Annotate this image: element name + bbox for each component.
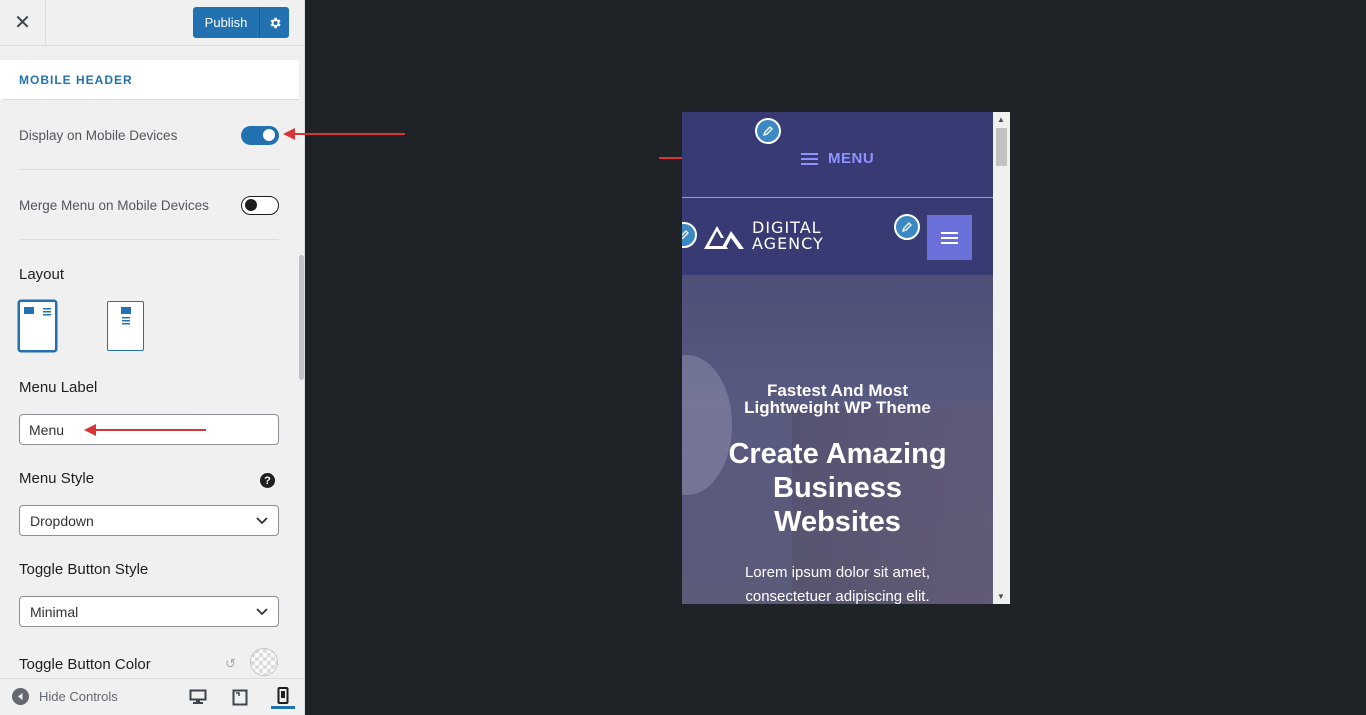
customizer-topbar: ✕ Publish [0,0,304,46]
hero-text: Lorem ipsum dolor sit amet, consectetuer… [682,561,993,604]
edit-shortcut-button[interactable] [894,214,920,240]
toggle-style-label: Toggle Button Style [19,561,149,578]
logo-text: DIGITAL AGENCY [752,220,824,252]
chevron-down-icon [256,516,268,524]
hero-section: Fastest And Most Lightweight WP Theme Cr… [682,275,993,604]
toggle-style-value: Minimal [30,603,79,620]
toggle-color-label: Toggle Button Color [19,656,151,673]
annotation-arrow [283,128,405,140]
mobile-menu-toggle[interactable]: MENU [801,150,874,167]
chevron-down-icon [256,607,268,615]
pencil-icon [762,126,773,137]
publish-button[interactable]: Publish [193,7,259,38]
menu-toggle-label: MENU [828,150,875,167]
sidebar-scrollbar[interactable] [299,255,304,380]
logo-line: AGENCY [752,234,824,253]
merge-menu-label: Merge Menu on Mobile Devices [19,197,209,213]
gear-icon [270,17,281,28]
merge-menu-toggle[interactable] [241,195,279,215]
publish-group: Publish [193,7,289,38]
edit-shortcut-button[interactable] [755,118,781,144]
mobile-preview-frame: MENU DIGITAL AGENCY Fastest And Most Lig… [682,112,1010,604]
hamburger-icon [801,152,818,165]
scroll-up-icon[interactable]: ▲ [997,115,1005,124]
help-icon[interactable]: ? [260,473,275,488]
hero-text-line: consectetuer adipiscing elit. [745,588,930,604]
collapse-icon [12,688,29,705]
desktop-icon [189,689,207,704]
site-header: DIGITAL AGENCY [682,198,993,275]
menu-style-select[interactable]: Dropdown [19,505,279,536]
scroll-down-icon[interactable]: ▼ [997,592,1005,601]
logo-mark-icon [704,226,744,249]
section-title: MOBILE HEADER [19,72,133,87]
device-tablet-button[interactable] [228,685,252,709]
device-mobile-button[interactable] [271,685,295,709]
hide-controls-label: Hide Controls [39,689,118,704]
edit-shortcut-button[interactable] [682,222,697,248]
layout-option-inline[interactable] [19,301,56,351]
close-button[interactable]: ✕ [0,0,46,45]
layout-inline-icon [24,307,51,316]
merge-menu-row: Merge Menu on Mobile Devices [19,194,279,216]
mobile-nav-button[interactable] [927,215,972,260]
section-header: MOBILE HEADER [0,60,299,100]
hero-subtitle: Fastest And Most Lightweight WP Theme [682,382,993,416]
customizer-footer: Hide Controls [0,678,304,715]
site-logo[interactable]: DIGITAL AGENCY [704,220,824,252]
layout-stacked-icon [121,307,131,325]
tablet-icon [232,689,248,705]
layout-option-stacked[interactable] [107,301,144,351]
display-mobile-label: Display on Mobile Devices [19,127,178,143]
display-mobile-toggle[interactable] [241,125,279,145]
publish-settings-button[interactable] [259,7,289,38]
divider [19,239,279,240]
hero-title-line: Business [773,472,902,504]
divider [19,169,279,170]
reset-icon[interactable]: ↺ [225,656,236,672]
hero-title: Create Amazing Business Websites [682,437,993,539]
scroll-thumb[interactable] [996,128,1007,166]
customizer-sidebar: ✕ Publish MOBILE HEADER Display on Mobil… [0,0,305,715]
preview-scrollbar[interactable]: ▲ ▼ [993,112,1010,604]
layout-label: Layout [19,266,65,283]
toggle-style-select[interactable]: Minimal [19,596,279,627]
toggle-knob [263,129,275,141]
menu-style-label: Menu Style [19,470,95,487]
preview-content: MENU DIGITAL AGENCY Fastest And Most Lig… [682,112,993,604]
display-mobile-row: Display on Mobile Devices [19,124,279,146]
close-icon: ✕ [14,12,31,34]
hero-subtitle-line: Lightweight WP Theme [744,398,931,417]
hamburger-icon [941,231,958,244]
toggle-knob [245,198,257,211]
menu-label-label: Menu Label [19,379,98,396]
device-desktop-button[interactable] [186,685,210,709]
hero-text-line: Lorem ipsum dolor sit amet, [744,564,931,581]
mobile-menu-bar: MENU [682,112,993,198]
hide-controls-button[interactable]: Hide Controls [12,688,118,705]
hero-subtitle-line: Fastest And Most [766,381,909,400]
hero-title-line: Create Amazing [728,438,947,470]
pencil-icon [901,222,912,233]
pencil-icon [682,230,689,240]
hero-title-line: Websites [774,506,901,538]
menu-style-value: Dropdown [30,512,94,529]
annotation-arrow [84,424,206,436]
toggle-color-swatch[interactable] [250,648,278,676]
mobile-icon [277,687,289,704]
